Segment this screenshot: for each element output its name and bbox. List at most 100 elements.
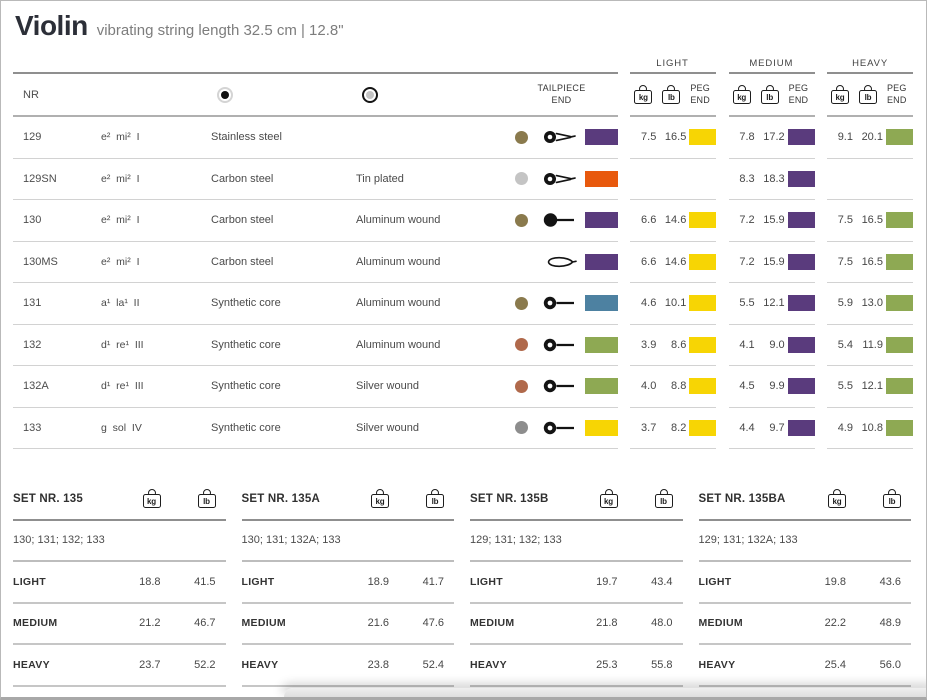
set-gauge-row: LIGHT 18.8 41.5: [13, 562, 226, 604]
set-gauge-label: HEAVY: [13, 659, 109, 671]
core-color-dot: [515, 338, 528, 351]
set-tables: SET NR. 135 kg lb 130; 131; 132; 133 LIG…: [1, 478, 926, 687]
light-lb-value: 8.6: [656, 339, 686, 351]
set-gauge-label: LIGHT: [242, 576, 338, 588]
medium-peg-end-swatch: [788, 295, 815, 311]
set-lb-value: 41.5: [161, 576, 216, 588]
set-lb-value: 56.0: [846, 659, 901, 671]
heavy-kg-value: 7.5: [827, 256, 853, 268]
light-values: [630, 159, 716, 201]
light-kg-value: 6.6: [630, 214, 656, 226]
string-note: e² mi² I: [91, 214, 203, 226]
light-values: 6.6 14.6: [630, 242, 716, 284]
set-strings-list: 130; 131; 132A; 133: [242, 521, 455, 562]
medium-lb-value: 15.9: [755, 256, 785, 268]
bottom-banner-edge: [284, 688, 927, 697]
core-color-dot: [515, 297, 528, 310]
heavy-kg-value: 5.5: [827, 380, 853, 392]
light-kg-value: 6.6: [630, 256, 656, 268]
set-gauge-row: HEAVY 23.7 52.2: [13, 645, 226, 687]
light-kg-value: 3.7: [630, 422, 656, 434]
kg-weight-icon: kg: [733, 85, 751, 104]
set-lb-value: 52.4: [389, 659, 444, 671]
lb-weight-icon: lb: [883, 489, 901, 508]
medium-kg-value: 8.3: [729, 173, 755, 185]
tailpiece-color-swatch: [585, 212, 618, 228]
light-values: 3.9 8.6: [630, 325, 716, 367]
medium-kg-value: 7.2: [729, 214, 755, 226]
ball-hole-icon: [543, 295, 577, 311]
set-lb-value: 43.4: [618, 576, 673, 588]
light-peg-end-swatch: [689, 337, 716, 353]
set-gauge-label: MEDIUM: [470, 617, 566, 629]
string-nr: 129SN: [13, 173, 91, 185]
medium-kg-value: 7.8: [729, 131, 755, 143]
string-nr: 133: [13, 422, 91, 434]
lb-weight-icon: lb: [198, 489, 216, 508]
string-winding: Silver wound: [348, 422, 505, 434]
tailpiece-color-swatch: [585, 129, 618, 145]
set-lb-value: 47.6: [389, 617, 444, 629]
medium-lb-value: 12.1: [755, 297, 785, 309]
light-lb-value: 10.1: [656, 297, 686, 309]
string-nr: 130: [13, 214, 91, 226]
heavy-kg-value: 4.9: [827, 422, 853, 434]
core-color-dot: [515, 214, 528, 227]
tailpiece-color-swatch: [585, 378, 618, 394]
heavy-lb-value: 12.1: [853, 380, 883, 392]
light-values: 3.7 8.2: [630, 408, 716, 450]
tailpiece-color-swatch: [585, 171, 618, 187]
set-gauge-row: LIGHT 19.8 43.6: [699, 562, 912, 604]
core-color-dot: [515, 172, 528, 185]
heavy-peg-end-swatch: [886, 295, 913, 311]
light-header-group: kg lb PEG END: [630, 72, 716, 117]
heavy-peg-end-swatch: [886, 129, 913, 145]
set-kg-value: 21.2: [109, 617, 161, 629]
group-label-heavy: HEAVY: [827, 54, 913, 72]
col-header-peg-end: PEG END: [686, 83, 716, 106]
set-name: SET NR. 135BA: [699, 493, 795, 505]
set-name: SET NR. 135A: [242, 493, 338, 505]
set-table: SET NR. 135 kg lb 130; 131; 132; 133 LIG…: [13, 478, 226, 687]
heavy-values: 4.9 10.8: [827, 408, 913, 450]
medium-values: 4.1 9.0: [729, 325, 815, 367]
medium-values: 4.4 9.7: [729, 408, 815, 450]
col-header-peg-end: PEG END: [785, 83, 815, 106]
page-subtitle: vibrating string length 32.5 cm | 12.8": [97, 22, 344, 39]
medium-peg-end-swatch: [788, 337, 815, 353]
string-nr: 130MS: [13, 256, 91, 268]
string-winding: Aluminum wound: [348, 297, 505, 309]
set-kg-value: 19.7: [566, 576, 618, 588]
string-note: e² mi² I: [91, 173, 203, 185]
light-values: 4.6 10.1: [630, 283, 716, 325]
col-header-nr: NR: [13, 89, 91, 101]
tailpiece-color-swatch: [585, 337, 618, 353]
set-table: SET NR. 135A kg lb 130; 131; 132A; 133 L…: [242, 478, 455, 687]
light-lb-value: 8.8: [656, 380, 686, 392]
heavy-peg-end-swatch: [886, 212, 913, 228]
set-gauge-row: MEDIUM 21.2 46.7: [13, 604, 226, 646]
core-color-dot: [515, 421, 528, 434]
string-tension-page: Violinvibrating string length 32.5 cm | …: [0, 0, 927, 700]
kg-weight-icon: kg: [600, 489, 618, 508]
string-core-material: Synthetic core: [203, 297, 348, 309]
set-table: SET NR. 135B kg lb 129; 131; 132; 133 LI…: [470, 478, 683, 687]
set-strings-list: 129; 131; 132A; 133: [699, 521, 912, 562]
string-core-material: Stainless steel: [203, 131, 348, 143]
medium-lb-value: 9.7: [755, 422, 785, 434]
set-kg-value: 23.7: [109, 659, 161, 671]
medium-header-group: kg lb PEG END: [729, 72, 815, 117]
kg-weight-icon: kg: [143, 489, 161, 508]
heavy-lb-value: 10.8: [853, 422, 883, 434]
heavy-peg-end-swatch: [886, 254, 913, 270]
string-row: 133 g sol IV Synthetic core Silver wound…: [13, 408, 913, 450]
heavy-lb-value: 16.5: [853, 256, 883, 268]
light-kg-value: 7.5: [630, 131, 656, 143]
medium-peg-end-swatch: [788, 420, 815, 436]
set-kg-value: 18.9: [337, 576, 389, 588]
set-kg-value: 23.8: [337, 659, 389, 671]
lb-weight-icon: lb: [859, 85, 877, 104]
winding-material-icon: [362, 87, 378, 103]
heavy-values: 5.9 13.0: [827, 283, 913, 325]
heavy-values: 7.5 16.5: [827, 200, 913, 242]
